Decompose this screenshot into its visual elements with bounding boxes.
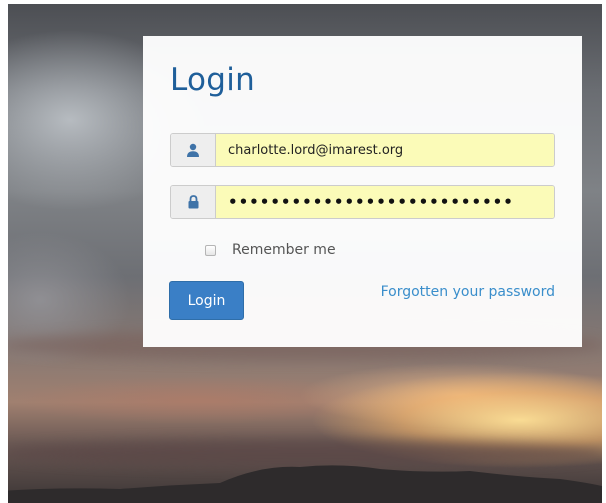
forgot-password-link[interactable]: Forgotten your password <box>381 284 555 300</box>
email-field-group: charlotte.lord@imarest.org <box>170 133 555 167</box>
lock-icon <box>188 195 198 209</box>
frame-edge <box>0 0 8 503</box>
user-icon <box>187 143 199 157</box>
remember-me-row[interactable]: Remember me <box>205 242 336 258</box>
frame-edge <box>0 0 606 4</box>
login-title: Login <box>170 62 256 98</box>
remember-me-checkbox[interactable] <box>205 244 216 256</box>
password-field-group: ••••••••••••••••••••••••••• <box>170 185 555 219</box>
background-sky-image: Login charlotte.lord@imarest.org •••••••… <box>0 0 606 503</box>
email-addon <box>171 134 216 166</box>
login-button[interactable]: Login <box>169 281 244 320</box>
password-input[interactable]: ••••••••••••••••••••••••••• <box>216 186 554 218</box>
password-addon <box>171 186 216 218</box>
login-panel: Login charlotte.lord@imarest.org •••••••… <box>143 36 582 347</box>
hills-silhouette <box>0 465 606 503</box>
email-input[interactable]: charlotte.lord@imarest.org <box>216 134 554 166</box>
frame-edge <box>602 0 606 503</box>
remember-me-label: Remember me <box>232 242 336 258</box>
